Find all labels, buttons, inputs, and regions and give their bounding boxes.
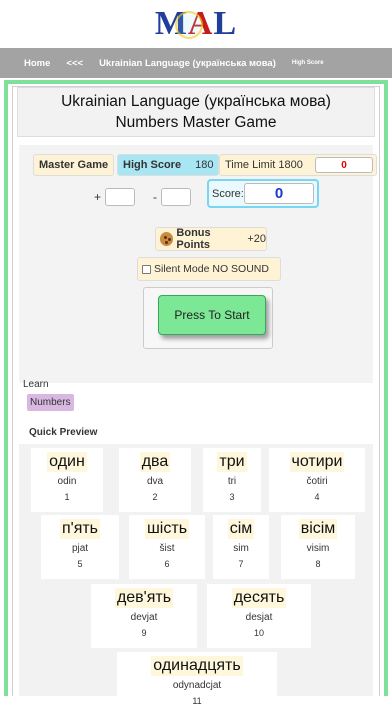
quick-preview-label: Quick Preview (29, 427, 98, 438)
card-number: 3 (229, 492, 235, 502)
score-label: Score: (212, 187, 244, 200)
card-number: 9 (141, 628, 147, 638)
game-title-line1: Ukrainian Language (українська мова) (61, 93, 331, 110)
card-number: 2 (152, 492, 158, 502)
card-translit: odin (57, 476, 77, 487)
time-limit-label: Time Limit 1800 (225, 159, 303, 171)
bonus-points: Bonus Points +20 (155, 227, 267, 251)
control-panel: Master Game High Score 180 Time Limit 18… (19, 145, 377, 383)
preview-card: два dva 2 (119, 448, 191, 512)
card-number: 1 (64, 492, 70, 502)
card-word: шість (144, 519, 190, 539)
logo-letter-l: L (213, 5, 238, 42)
card-number: 6 (164, 559, 170, 569)
nav-language-link[interactable]: Ukrainian Language (українська мова) (99, 58, 276, 69)
learn-label: Learn (23, 379, 49, 390)
card-word: п'ять (59, 519, 101, 539)
card-word: один (47, 452, 87, 472)
minus-sign: - (153, 190, 158, 204)
card-word: три (217, 452, 247, 472)
quick-preview-grid: один odin 1 два dva 2 три tri 3 чотири č… (19, 444, 373, 716)
card-translit: pjat (71, 543, 89, 554)
card-translit: tri (227, 476, 237, 487)
preview-card: сім sim 7 (213, 515, 269, 579)
high-score-label: High Score (123, 159, 182, 171)
game-title-box: Ukrainian Language (українська мова) Num… (17, 87, 375, 137)
card-translit: odynadcjat (172, 680, 222, 691)
card-word: чотири (289, 452, 345, 472)
card-translit: sim (233, 543, 249, 554)
logo-ring-icon (174, 11, 203, 39)
start-button-container: Press To Start (143, 287, 273, 349)
plus-sign: + (94, 190, 102, 204)
high-score-value: 180 (195, 159, 214, 171)
cookie-icon (160, 232, 174, 246)
time-value: 0 (315, 157, 373, 173)
silent-mode-checkbox[interactable] (142, 264, 151, 274)
numbers-tag[interactable]: Numbers (27, 394, 74, 411)
bonus-value: +20 (247, 233, 266, 245)
card-number: 5 (77, 559, 83, 569)
start-button[interactable]: Press To Start (158, 295, 266, 335)
game-title-line2: Numbers Master Game (115, 114, 277, 131)
time-limit-chip: Time Limit 1800 0 (219, 154, 377, 176)
card-translit: čotiri (306, 476, 328, 487)
card-number: 8 (315, 559, 321, 569)
nav-home-link[interactable]: Home (24, 58, 50, 69)
answer-inputs: + - (94, 186, 192, 208)
card-translit: devjat (130, 612, 158, 623)
card-translit: desjat (245, 612, 273, 623)
card-number: 10 (253, 628, 264, 638)
nav-high-score-link[interactable]: High Score (292, 60, 324, 66)
minus-input[interactable] (161, 188, 192, 206)
card-number: 11 (192, 696, 202, 706)
card-translit: šist (159, 543, 175, 554)
preview-card: одинадцять odynadcjat 11 (117, 652, 277, 716)
card-word: сім (227, 519, 255, 539)
card-word: вісім (298, 519, 338, 539)
preview-card: шість šist 6 (129, 515, 205, 579)
card-number: 7 (238, 559, 244, 569)
score-value: 0 (244, 183, 314, 204)
site-logo[interactable]: MAL (0, 0, 392, 48)
preview-card: десять desjat 10 (207, 584, 311, 648)
card-number: 4 (314, 492, 320, 502)
card-word: одинадцять (151, 656, 243, 676)
top-navbar: Home <<< Ukrainian Language (українська … (0, 48, 392, 78)
master-game-label: Master Game (33, 154, 115, 176)
game-inner: Ukrainian Language (українська мова) Num… (12, 86, 380, 716)
preview-card: три tri 3 (203, 448, 261, 512)
nav-back-link[interactable]: <<< (66, 58, 83, 69)
high-score-chip: High Score 180 (117, 154, 220, 176)
preview-card: один odin 1 (31, 448, 103, 512)
preview-card: чотири čotiri 4 (269, 448, 365, 512)
silent-mode-toggle[interactable]: Silent Mode NO SOUND (137, 257, 281, 281)
plus-input[interactable] (105, 188, 136, 206)
preview-card: вісім visim 8 (281, 515, 355, 579)
card-word: два (139, 452, 171, 472)
game-frame: Ukrainian Language (українська мова) Num… (4, 80, 388, 716)
preview-card: п'ять pjat 5 (41, 515, 119, 579)
card-word: дев'ять (114, 588, 174, 608)
card-word: десять (231, 588, 287, 608)
card-translit: dva (146, 476, 164, 487)
card-translit: visim (306, 543, 330, 554)
score-box: Score: 0 (207, 179, 319, 208)
preview-card: дев'ять devjat 9 (91, 584, 197, 648)
silent-mode-label: Silent Mode NO SOUND (154, 263, 269, 275)
bonus-label: Bonus Points (176, 227, 211, 251)
